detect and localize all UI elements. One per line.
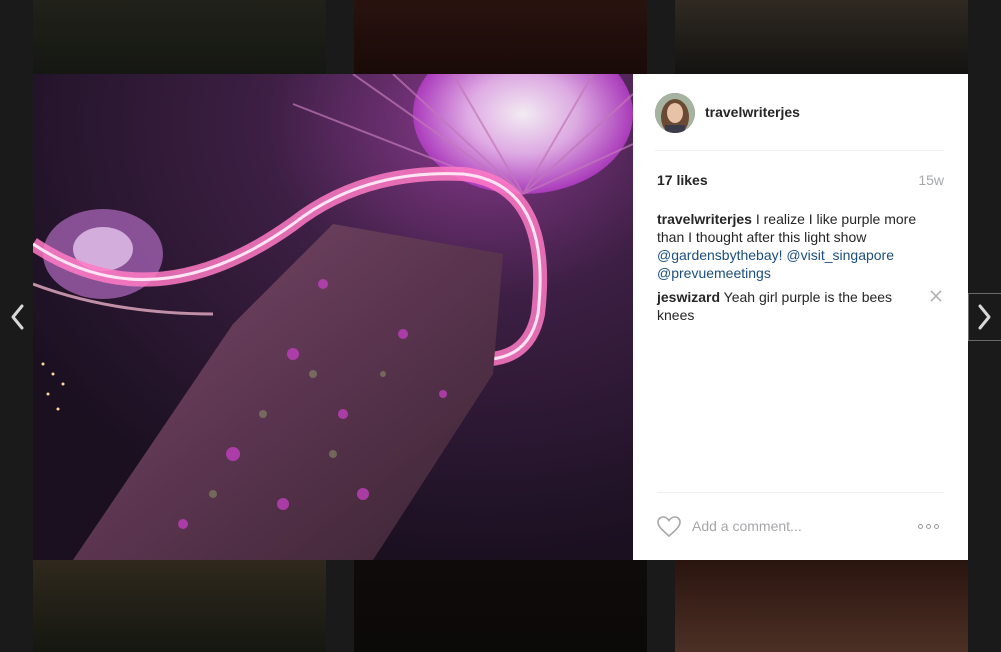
supertree-light-show-image — [33, 74, 633, 560]
next-post-button[interactable] — [968, 293, 1001, 341]
heart-icon — [657, 516, 681, 538]
more-options-button[interactable] — [918, 520, 944, 532]
mention-link[interactable]: @gardensbythebay! — [657, 247, 783, 263]
post-age[interactable]: 15w — [918, 172, 944, 188]
mention-link[interactable]: @prevuemeetings — [657, 265, 771, 281]
comments-list: travelwriterjes I realize I like purple … — [657, 210, 944, 330]
comment-author-link[interactable]: jeswizard — [657, 289, 720, 305]
post-author-link[interactable]: travelwriterjes — [705, 104, 800, 120]
post-header: travelwriterjes — [655, 93, 944, 151]
chevron-left-icon — [11, 304, 24, 330]
mention-link[interactable]: @visit_singapore — [786, 247, 894, 263]
previous-post-button[interactable] — [0, 293, 34, 341]
likes-count[interactable]: 17 likes — [657, 172, 708, 188]
post-info-panel: travelwriterjes 17 likes 15w travelwrite… — [633, 74, 968, 560]
post-meta: 17 likes 15w — [657, 172, 944, 192]
close-icon — [930, 290, 942, 302]
like-button[interactable] — [657, 516, 681, 538]
delete-comment-button[interactable] — [928, 288, 944, 304]
more-options-icon — [926, 523, 931, 529]
caption-author-link[interactable]: travelwriterjes — [657, 211, 752, 227]
caption: travelwriterjes I realize I like purple … — [657, 210, 944, 282]
avatar[interactable] — [655, 93, 695, 133]
chevron-right-icon — [978, 304, 991, 330]
more-options-icon — [934, 523, 939, 529]
comment-bar — [657, 492, 944, 561]
post-photo[interactable] — [33, 74, 633, 560]
add-comment-input[interactable] — [692, 515, 892, 537]
avatar-image — [655, 93, 695, 133]
comment-item: jeswizard Yeah girl purple is the bees k… — [657, 288, 944, 324]
more-options-icon — [918, 523, 923, 529]
